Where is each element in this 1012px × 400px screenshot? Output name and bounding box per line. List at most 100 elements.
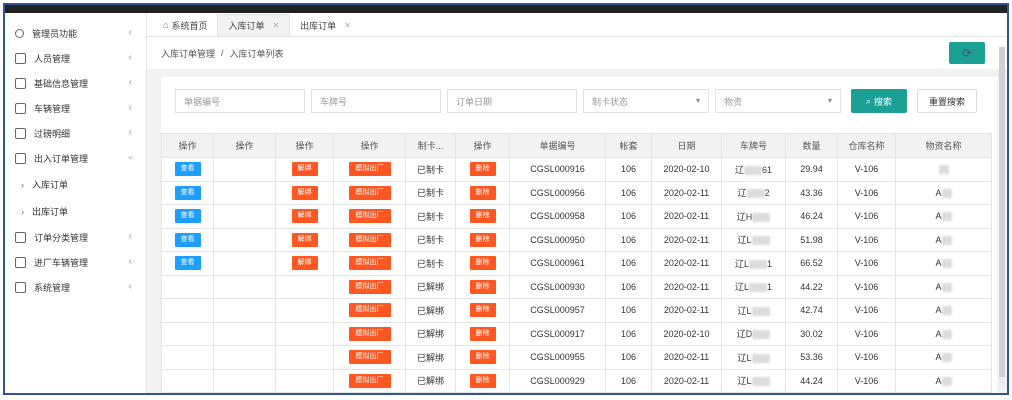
table-cell: 模拟出厂 [333,227,406,252]
delete-button[interactable]: 删除 [469,232,496,247]
delete-button[interactable]: 删除 [469,162,496,177]
account-set: 106 [620,305,637,316]
column-header: 车牌号 [721,133,786,158]
table-cell: 模拟出厂 [333,251,406,276]
account-set: 106 [620,281,637,292]
column-header: 操作 [455,133,510,158]
unbind-button[interactable]: 解绑 [291,185,318,200]
sidebar-subitem-outbound[interactable]: › 出库订单 [5,198,146,225]
sidebar-item-label: 订单分类管理 [34,233,89,243]
redacted-mark [749,259,767,269]
sidebar-item-label: 出入订单管理 [34,154,89,164]
delete-button[interactable]: 删除 [469,326,496,341]
table-cell: 2020-02-11 [651,345,722,370]
sidebar-item-order-category[interactable]: 订单分类管理 ‹ [5,225,146,250]
sidebar-item-vehicles[interactable]: 车辆管理 ‹ [5,96,146,121]
tab-outbound-orders[interactable]: 出库订单 ✕ [290,14,361,36]
orders-table-wrap: 操作 操作 操作 操作 制卡... 操作 单据编号 帐套 日期 车牌号 数量 仓库名称 物资名称 查看解… [161,133,997,393]
order-date: 2020-02-11 [663,211,710,222]
view-button[interactable]: 查看 [174,209,201,224]
view-button[interactable]: 查看 [174,256,201,271]
plate-input[interactable]: 车牌号 [311,89,441,113]
simulate-exit-button[interactable]: 模拟出厂 [348,256,391,271]
delete-button[interactable]: 删除 [469,303,496,318]
unbind-button[interactable]: 解绑 [291,162,318,177]
sidebar-item-entry-vehicles[interactable]: 进厂车辆管理 ‹ [5,250,146,275]
plate-prefix: 辽D [736,329,753,340]
unbind-button[interactable]: 解绑 [291,256,318,271]
delete-button[interactable]: 删除 [469,185,496,200]
table-cell: 106 [605,204,652,229]
reset-search-button[interactable]: 重置搜索 [917,89,977,113]
column-header: 日期 [651,133,722,158]
account-set: 106 [620,328,637,339]
view-button[interactable]: 查看 [174,162,201,177]
redacted-mark [938,165,949,175]
redacted-mark [941,282,952,292]
table-cell: 删除 [455,227,510,252]
view-button[interactable]: 查看 [174,232,201,247]
table-cell [275,274,334,299]
breadcrumb-parent[interactable]: 入库订单管理 [161,47,215,60]
scrollbar-thumb[interactable] [999,47,1005,377]
sidebar-item-personnel[interactable]: 人员管理 ‹ [5,46,146,71]
simulate-exit-button[interactable]: 模拟出厂 [348,350,391,365]
sidebar-subitem-inbound[interactable]: › 入库订单 [5,171,146,198]
chevron-left-icon: ‹ [128,102,132,113]
tab-home[interactable]: ⌂ 系统首页 [153,14,217,36]
sidebar-item-basic-info[interactable]: 基础信息管理 ‹ [5,71,146,96]
material-placeholder: 物资 [724,96,743,107]
order-no-input[interactable]: 单据编号 [175,89,305,113]
delete-button[interactable]: 删除 [469,209,496,224]
table-cell: 66.52 [785,251,838,276]
warehouse-name: V-106 [854,164,879,175]
simulate-exit-button[interactable]: 模拟出厂 [348,209,391,224]
order-number: CGSL000916 [530,164,585,175]
simulate-exit-button[interactable]: 模拟出厂 [348,326,391,341]
table-cell: 29.94 [785,157,838,182]
table-cell: A [895,180,992,205]
vertical-scrollbar[interactable] [999,47,1005,387]
table-cell: V-106 [837,321,896,346]
simulate-exit-button[interactable]: 模拟出厂 [348,185,391,200]
redacted-mark [751,353,770,363]
card-status-select[interactable]: 制卡状态 ▾ [583,89,709,113]
sidebar-item-system[interactable]: 系统管理 ‹ [5,275,146,300]
unbind-button[interactable]: 解绑 [291,232,318,247]
simulate-exit-button[interactable]: 模拟出厂 [348,373,391,388]
quantity: 44.24 [800,375,823,386]
quantity: 51.98 [800,234,823,245]
redacted-mark [746,189,765,199]
sidebar-item-orders[interactable]: 出入订单管理 ‹ [5,146,146,171]
sidebar-item-admin[interactable]: 管理员功能 ‹ [5,21,146,46]
tab-inbound-orders[interactable]: 入库订单 ✕ [217,14,291,36]
search-button[interactable]: ⌕ 搜索 [851,89,907,113]
column-header: 制卡... [405,133,456,158]
table-cell: 106 [605,251,652,276]
order-date: 2020-02-11 [663,187,710,198]
delete-button[interactable]: 删除 [469,350,496,365]
table-cell: 解绑 [275,204,334,229]
sidebar-item-weighing[interactable]: 过磅明细 ‹ [5,121,146,146]
table-cell: V-106 [837,204,896,229]
delete-button[interactable]: 删除 [469,279,496,294]
table-cell: 模拟出厂 [333,345,406,370]
unbind-button[interactable]: 解绑 [291,209,318,224]
simulate-exit-button[interactable]: 模拟出厂 [348,279,391,294]
quantity: 53.36 [800,352,823,363]
view-button[interactable]: 查看 [174,185,201,200]
refresh-button[interactable]: ⟳ [949,42,985,64]
order-number: CGSL000958 [530,211,585,222]
close-icon[interactable]: ✕ [344,21,351,30]
redacted-mark [749,283,767,293]
material-select[interactable]: 物资 ▾ [715,89,841,113]
close-icon[interactable]: ✕ [272,21,279,30]
date-input[interactable]: 订单日期 [447,89,577,113]
account-set: 106 [620,375,637,386]
delete-button[interactable]: 删除 [469,373,496,388]
delete-button[interactable]: 删除 [469,256,496,271]
simulate-exit-button[interactable]: 模拟出厂 [348,162,391,177]
simulate-exit-button[interactable]: 模拟出厂 [348,232,391,247]
table-cell: 已制卡 [405,180,456,205]
simulate-exit-button[interactable]: 模拟出厂 [348,303,391,318]
